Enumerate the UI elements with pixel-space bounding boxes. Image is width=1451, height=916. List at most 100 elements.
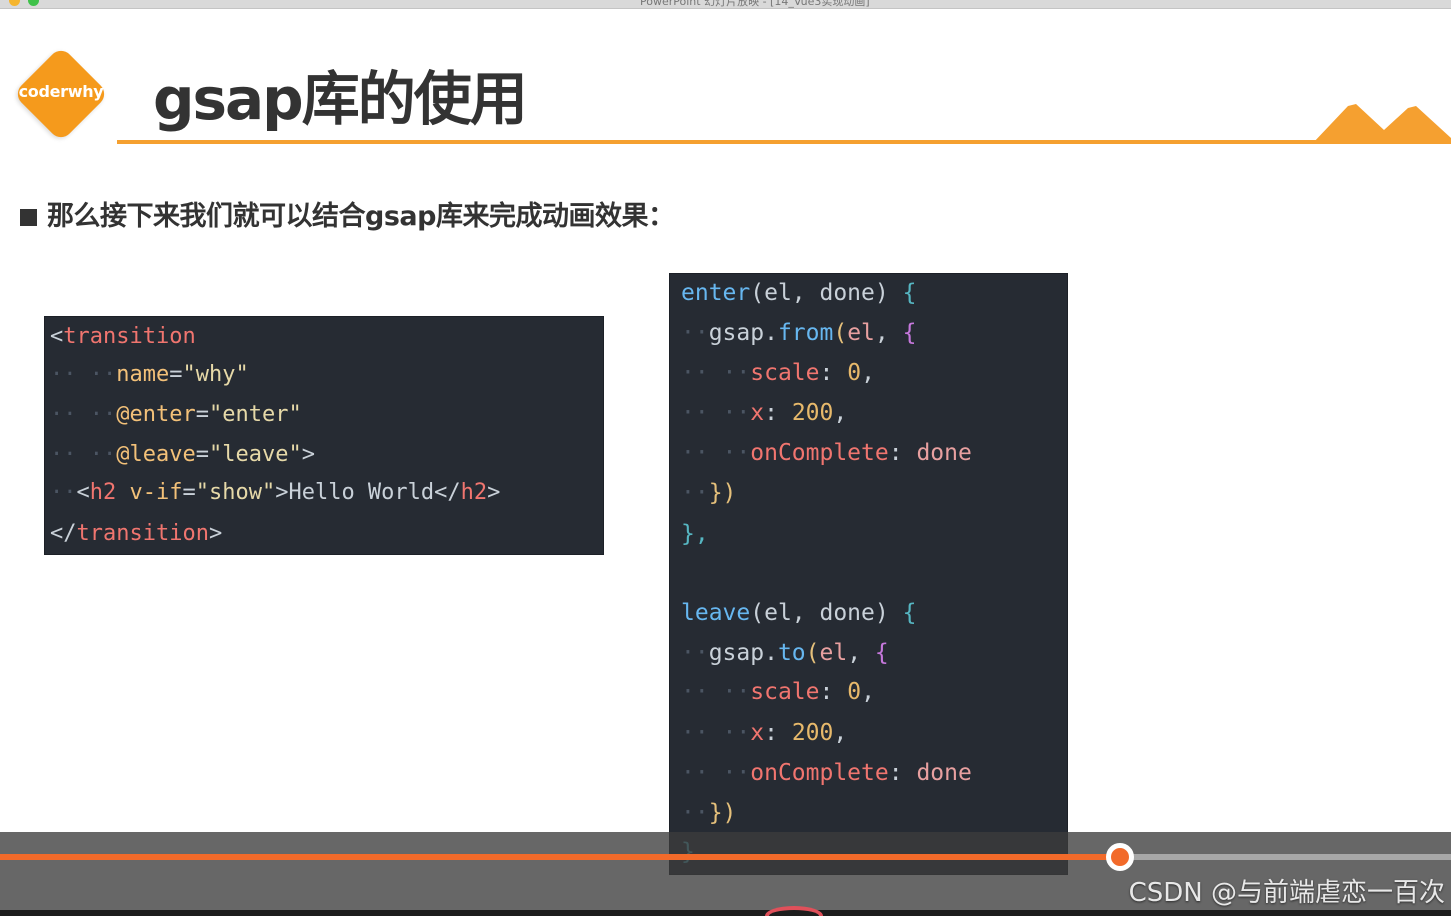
code-line: ·· ··x: 200, (681, 720, 848, 746)
code-token: "enter" (208, 402, 302, 427)
bullet-text: 那么接下来我们就可以结合gsap库来完成动画效果： (47, 201, 675, 232)
code-token: transition (76, 521, 209, 546)
code-line: ·· ··@leave="leave"> (50, 442, 315, 467)
code-token: name (116, 362, 170, 387)
code-token: }) (708, 800, 737, 826)
code-token: </ (50, 521, 77, 546)
code-token: = (169, 362, 183, 387)
code-token: "why" (182, 362, 249, 387)
code-token: v-if (116, 480, 183, 505)
code-token: { (902, 600, 917, 626)
code-token: x (750, 400, 765, 426)
code-line: ·· ··@enter="enter" (50, 402, 302, 427)
code-token: onComplete (750, 760, 889, 786)
code-token: < (50, 324, 64, 349)
code-line: enter(el, done) { (681, 273, 916, 313)
code-token: , (874, 320, 903, 346)
video-progress-handle[interactable] (1106, 843, 1134, 871)
code-token: gsap. (708, 320, 778, 346)
window-titlebar: PowerPoint 幻灯片放映 - [14_Vue3实现动画] (0, 0, 1451, 9)
code-token: scale (750, 679, 820, 705)
code-token: { (902, 280, 917, 306)
slide-title: gsap库的使用 (153, 65, 528, 133)
code-token: : (764, 400, 792, 426)
code-token: @enter (116, 402, 196, 427)
code-token: , (861, 360, 875, 386)
code-line: ·· ··scale: 0, (681, 360, 875, 386)
code-token: , (847, 640, 875, 666)
code-token: { (874, 640, 889, 666)
code-token: : (888, 760, 917, 786)
code-token: }, (681, 521, 709, 547)
code-token: x (750, 720, 765, 746)
code-token: 200 (791, 720, 834, 746)
code-token: > (208, 521, 223, 546)
code-token: = (195, 402, 209, 427)
minimize-window-button[interactable] (9, 0, 20, 6)
code-token: >Hello World</ (275, 480, 461, 505)
code-block-template: <transition ·· ··name="why" ·· ··@enter=… (44, 316, 604, 555)
code-token: , (833, 400, 848, 426)
code-token: ( (833, 320, 848, 346)
code-token: h2 (460, 480, 488, 505)
code-token: < (76, 480, 90, 505)
code-line: }, (681, 514, 709, 554)
code-token: > (301, 442, 315, 467)
code-line: ·· ··onComplete: done (681, 760, 972, 786)
bullet-square-icon (20, 209, 37, 226)
code-token: from (777, 320, 834, 346)
coderwhy-logo: coderwhy (12, 45, 110, 143)
code-token: = (182, 480, 196, 505)
code-token: }) (708, 480, 737, 506)
code-token: onComplete (750, 440, 889, 466)
code-block-hooks: enter(el, done) { ··gsap.from(el, { ·· ·… (669, 273, 1068, 875)
code-token: done (916, 760, 972, 786)
code-token: gsap. (708, 640, 778, 666)
csdn-watermark: CSDN @与前端虐恋一百次 (1128, 878, 1445, 908)
code-line: ··}) (681, 800, 737, 826)
code-token: done (916, 440, 972, 466)
code-line: </transition> (50, 514, 222, 554)
code-token: el (819, 640, 848, 666)
code-token: enter (681, 280, 751, 306)
code-line: ··gsap.from(el, { (681, 320, 917, 346)
code-token: : (819, 360, 848, 386)
code-token: el (847, 320, 875, 346)
code-token: : (819, 679, 848, 705)
video-progress-fill (0, 854, 1120, 860)
code-token: : (888, 440, 917, 466)
code-token: ( (805, 640, 820, 666)
zoom-window-button[interactable] (28, 0, 39, 6)
code-token: { (902, 320, 917, 346)
code-token: h2 (89, 480, 117, 505)
bullet-point: 那么接下来我们就可以结合gsap库来完成动画效果： (20, 194, 675, 233)
code-line: ··}) (681, 480, 737, 506)
code-token: 0 (847, 360, 862, 386)
code-token: (el, done) (750, 280, 903, 306)
code-token: transition (63, 324, 196, 349)
code-line: <transition (50, 317, 196, 357)
code-token: > (487, 480, 501, 505)
title-underline (117, 140, 1451, 144)
code-line: ·· ··scale: 0, (681, 679, 875, 705)
code-token: 200 (791, 400, 834, 426)
code-token: 0 (847, 679, 862, 705)
code-token: "leave" (208, 442, 302, 467)
window-title: PowerPoint 幻灯片放映 - [14_Vue3实现动画] (640, 0, 870, 8)
mountains-decoration-icon (1312, 104, 1451, 144)
code-token: , (861, 679, 875, 705)
code-line: leave(el, done) { (681, 593, 916, 633)
bottom-strip (0, 910, 1451, 916)
code-token: scale (750, 360, 820, 386)
code-line: ··gsap.to(el, { (681, 640, 889, 666)
code-token: : (764, 720, 792, 746)
code-line: ··<h2 v-if="show">Hello World</h2> (50, 480, 501, 505)
code-token: = (195, 442, 209, 467)
code-line: ·· ··name="why" (50, 362, 249, 387)
code-token: (el, done) (750, 600, 903, 626)
code-token: , (833, 720, 848, 746)
code-token: leave (681, 600, 751, 626)
code-token: to (777, 640, 806, 666)
code-token: "show" (195, 480, 276, 505)
code-line: ·· ··onComplete: done (681, 440, 972, 466)
